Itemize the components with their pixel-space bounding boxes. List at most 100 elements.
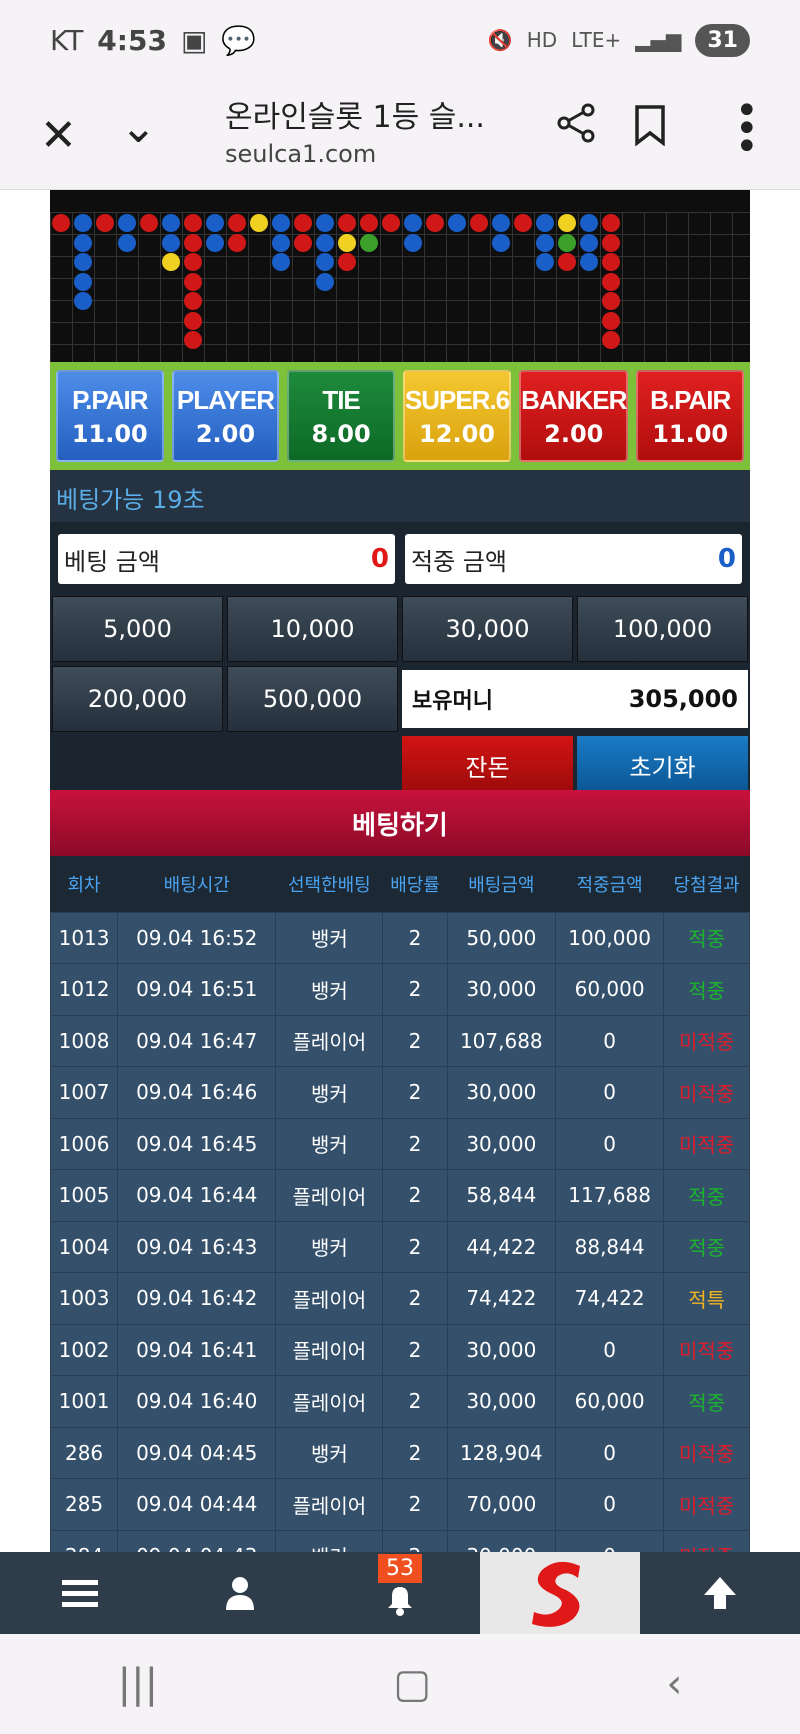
bet-options: P.PAIR 11.00 PLAYER 2.00 TIE 8.00 SUPER.… [50, 362, 750, 470]
odds-cell: 2 [382, 911, 448, 964]
bet-history-table: 회차 배팅시간 선택한배팅 배당률 배팅금액 적중금액 당첨결과 1013 09.… [50, 856, 750, 1552]
chip-10000[interactable]: 10,000 [227, 596, 398, 662]
result-cell: 미적중 [663, 1117, 750, 1170]
site-logo[interactable] [480, 1552, 640, 1634]
road-bead [426, 214, 444, 232]
round-cell: 285 [50, 1478, 119, 1531]
table-row: 1002 09.04 16:41 플레이어 2 30,000 0 미적중 [50, 1323, 750, 1376]
round-cell: 1012 [50, 963, 119, 1016]
road-bead [316, 272, 334, 291]
bet-cell: 30,000 [446, 1529, 556, 1552]
bet-cell: 44,422 [446, 1220, 556, 1273]
road-bead [118, 233, 136, 252]
road-bead [162, 253, 180, 271]
result-cell: 적중 [663, 1220, 750, 1273]
result-cell: 미적중 [663, 1014, 750, 1067]
road-bead [96, 214, 114, 232]
more-icon[interactable]: • • • [735, 91, 759, 167]
change-button[interactable]: 잔돈 [402, 736, 573, 794]
bet-cell: 74,422 [446, 1272, 556, 1325]
table-row: 285 09.04 04:44 플레이어 2 70,000 0 미적중 [50, 1478, 750, 1531]
road-bead [602, 233, 620, 252]
road-bead [184, 311, 202, 330]
road-bead [404, 233, 422, 252]
odds-cell: 2 [382, 1426, 448, 1479]
menu-icon[interactable] [0, 1552, 160, 1634]
choice-cell: 플레이어 [275, 1169, 384, 1222]
clock: 4:53 [97, 23, 167, 57]
mute-icon: 🔇 [487, 28, 513, 52]
p-pair-bet-button[interactable]: P.PAIR 11.00 [56, 370, 164, 462]
round-cell: 1002 [50, 1323, 119, 1376]
chip-100000[interactable]: 100,000 [577, 596, 748, 662]
road-bead [184, 292, 202, 310]
result-cell: 적중 [663, 1375, 750, 1428]
table-row: 28409.04 04:43뱅커230,0000미적중 [50, 1529, 750, 1552]
carrier: KT [50, 23, 84, 57]
back-icon[interactable]: ‹ [666, 1661, 682, 1707]
round-cell: 1013 [50, 911, 119, 964]
banker-bet-button[interactable]: BANKER 2.00 [519, 370, 629, 462]
bead-road [50, 190, 750, 362]
road-bead [184, 233, 202, 252]
choice-cell: 플레이어 [275, 1014, 384, 1067]
table-row: 1013 09.04 16:52 뱅커 2 50,000 100,000 적중 [50, 911, 750, 964]
road-bead [184, 214, 202, 232]
home-icon[interactable]: ▢ [393, 1661, 431, 1707]
result-cell: 미적중 [663, 1529, 750, 1552]
road-bead [448, 214, 466, 232]
chip-500000[interactable]: 500,000 [227, 666, 398, 732]
browser-toolbar: ✕ ⌄ 온라인슬롯 1등 슬... seulca1.com • • • [0, 80, 800, 190]
hd-icon: HD [526, 28, 558, 52]
road-bead [316, 214, 334, 232]
road-bead [382, 214, 400, 232]
page-url[interactable]: seulca1.com [225, 140, 376, 168]
road-bead [294, 233, 312, 252]
win-cell: 0 [554, 1014, 665, 1067]
road-bead [74, 233, 92, 252]
road-bead [162, 233, 180, 252]
bell-icon[interactable]: 53 [320, 1552, 480, 1634]
road-bead [272, 253, 290, 271]
road-bead [118, 214, 136, 232]
share-icon[interactable] [555, 102, 597, 144]
super6-bet-button[interactable]: SUPER.6 12.00 [402, 370, 512, 462]
road-bead [492, 233, 510, 252]
table-row: 1007 09.04 16:46 뱅커 2 30,000 0 미적중 [50, 1066, 750, 1119]
win-cell: 88,844 [554, 1220, 665, 1273]
b-pair-bet-button[interactable]: B.PAIR 11.00 [636, 370, 744, 462]
balance-display: 보유머니 305,000 [402, 670, 748, 728]
odds-cell: 2 [382, 1117, 448, 1170]
tie-bet-button[interactable]: TIE 8.00 [287, 370, 395, 462]
col-time: 배팅시간 [117, 856, 276, 912]
road-bead [184, 253, 202, 271]
bet-cell: 128,904 [446, 1426, 556, 1479]
recent-apps-icon[interactable]: ||| [118, 1661, 158, 1707]
user-icon[interactable] [160, 1552, 320, 1634]
col-choice: 선택한배팅 [275, 856, 383, 912]
betting-timer: 베팅가능 19초 [50, 470, 750, 522]
close-icon[interactable]: ✕ [40, 110, 77, 161]
col-win: 적중금액 [555, 856, 664, 912]
place-bet-button[interactable]: 베팅하기 [50, 790, 750, 856]
road-bead [536, 233, 554, 252]
col-odds: 배당률 [382, 856, 448, 912]
road-bead [536, 214, 554, 232]
bookmark-icon[interactable] [632, 104, 668, 146]
talk-icon: 💬 [221, 23, 257, 57]
chip-200000[interactable]: 200,000 [52, 666, 223, 732]
chevron-down-icon[interactable]: ⌄ [120, 102, 157, 153]
chip-30000[interactable]: 30,000 [402, 596, 573, 662]
road-bead [162, 214, 180, 232]
road-bead [404, 214, 422, 232]
time-cell: 09.04 16:43 [117, 1220, 277, 1273]
time-cell: 09.04 16:44 [117, 1169, 277, 1222]
result-cell: 미적중 [663, 1426, 750, 1479]
win-cell: 0 [554, 1478, 665, 1531]
scroll-top-icon[interactable] [640, 1552, 800, 1634]
reset-button[interactable]: 초기화 [577, 736, 748, 794]
road-bead [580, 253, 598, 271]
chip-5000[interactable]: 5,000 [52, 596, 223, 662]
round-cell: 1007 [50, 1066, 119, 1119]
player-bet-button[interactable]: PLAYER 2.00 [171, 370, 280, 462]
